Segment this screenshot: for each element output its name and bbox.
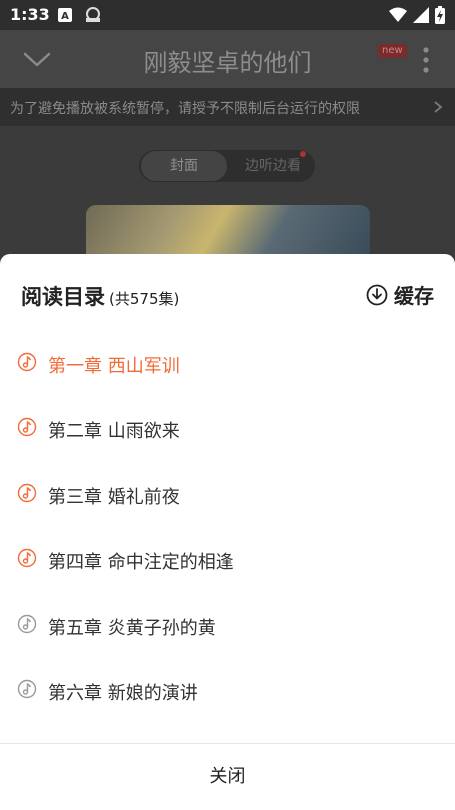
- signal-icon: [413, 7, 429, 23]
- chapter-item[interactable]: 第五章 炎黄子孙的黄: [0, 593, 455, 658]
- download-icon: [366, 284, 388, 305]
- chapter-list: 第一章 西山军训 第二章 山雨欲来 第三章 婚礼前夜 第四章 命中注定的相逢 第…: [0, 331, 455, 723]
- tab-cover[interactable]: 封面: [141, 151, 227, 181]
- chapter-item[interactable]: 第一章 西山军训: [0, 331, 455, 396]
- cache-label: 缓存: [394, 284, 434, 308]
- cache-button[interactable]: 缓存: [366, 280, 434, 309]
- background-permission-notice[interactable]: 为了避免播放被系统暂停，请授予不限制后台运行的权限: [0, 88, 455, 126]
- chapter-list-sheet: 阅读目录 (共575集) 缓存 第一章 西山军训 第二章 山雨欲来 第三章 婚礼…: [0, 254, 455, 810]
- player-header: 刚毅坚卓的他们 new: [0, 30, 455, 88]
- music-note-icon: [17, 483, 37, 502]
- music-note-icon: [17, 352, 37, 372]
- music-note-icon: [17, 679, 37, 699]
- sheet-title: 阅读目录: [21, 285, 105, 309]
- wifi-icon: [389, 7, 407, 22]
- keyboard-indicator-icon: A: [58, 8, 72, 22]
- app-notification-icon: [86, 7, 100, 22]
- new-badge: new: [378, 44, 407, 58]
- status-time: 1:33: [10, 5, 50, 24]
- chapter-label: 第五章 炎黄子孙的黄: [48, 617, 216, 639]
- svg-text:A: A: [61, 11, 69, 22]
- chapter-label: 第二章 山雨欲来: [48, 421, 180, 443]
- status-indicators: [389, 6, 445, 24]
- chapter-item[interactable]: 第四章 命中注定的相逢: [0, 527, 455, 592]
- sheet-heading: 阅读目录 (共575集): [21, 281, 179, 311]
- music-note-icon: [17, 418, 37, 437]
- battery-charging-icon: [435, 6, 445, 24]
- chapter-label: 第四章 命中注定的相逢: [48, 552, 234, 574]
- chapter-label: 第一章 西山军训: [48, 356, 180, 377]
- notice-text: 为了避免播放被系统暂停，请授予不限制后台运行的权限: [10, 101, 360, 117]
- chapter-item[interactable]: 第二章 山雨欲来: [0, 396, 455, 461]
- status-bar: 1:33 A: [0, 0, 455, 30]
- music-note-icon: [17, 614, 37, 633]
- red-dot-indicator: [300, 151, 306, 157]
- more-vertical-icon[interactable]: [414, 46, 438, 74]
- episode-count: (共575集): [109, 290, 180, 308]
- chapter-item[interactable]: 第六章 新娘的演讲: [0, 658, 455, 723]
- chapter-label: 第三章 婚礼前夜: [48, 486, 180, 508]
- chapter-label: 第六章 新娘的演讲: [48, 682, 198, 704]
- view-mode-toggle: 封面 边听边看: [139, 150, 315, 182]
- chevron-right-icon: [434, 101, 443, 113]
- close-button[interactable]: 关闭: [0, 744, 455, 810]
- music-note-icon: [17, 548, 37, 568]
- chapter-item[interactable]: 第三章 婚礼前夜: [0, 462, 455, 527]
